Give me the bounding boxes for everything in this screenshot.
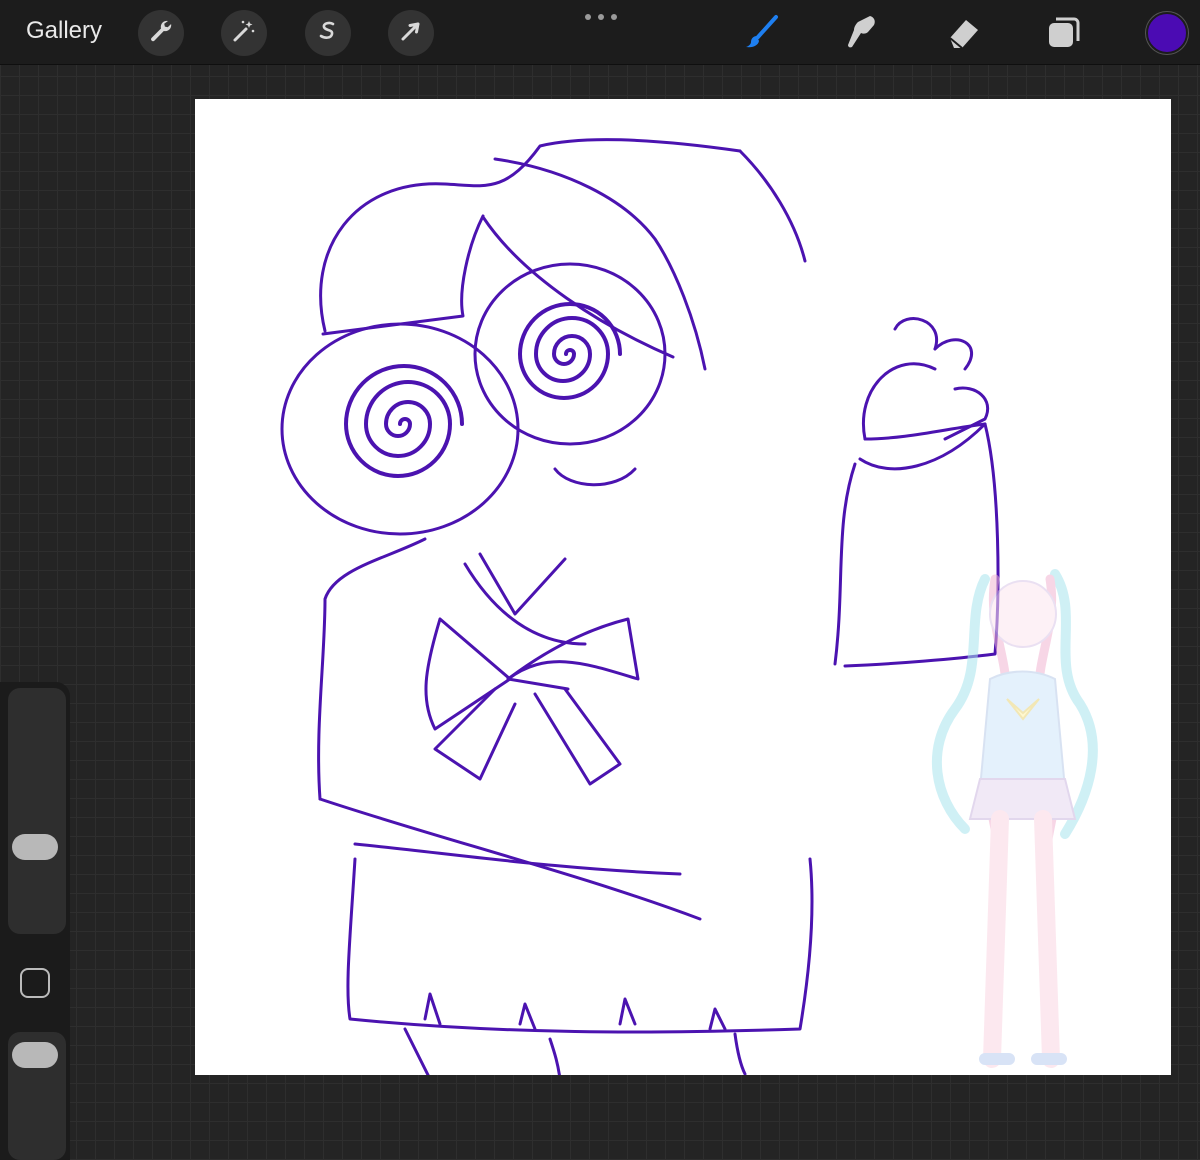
smudge-tool[interactable] (842, 12, 882, 52)
transform-button[interactable] (388, 10, 434, 56)
color-picker-button[interactable] (1146, 12, 1188, 54)
brush-tool[interactable] (742, 12, 782, 52)
layers-icon (1044, 17, 1084, 56)
left-sidebar (0, 682, 70, 1160)
selection-button[interactable] (305, 10, 351, 56)
opacity-slider[interactable] (8, 1032, 66, 1160)
adjustments-button[interactable] (221, 10, 267, 56)
magic-wand-icon (231, 18, 257, 49)
brush-icon (742, 15, 782, 56)
eraser-tool[interactable] (944, 12, 984, 52)
top-toolbar: Gallery (0, 0, 1200, 65)
brush-size-slider[interactable] (8, 688, 66, 934)
layers-tool[interactable] (1044, 12, 1084, 52)
more-options-dots[interactable] (584, 12, 618, 22)
wrench-icon (148, 18, 174, 49)
selection-s-icon (315, 18, 341, 49)
sketch-artwork (280, 138, 1098, 1075)
actions-wrench-button[interactable] (138, 10, 184, 56)
smudge-icon (842, 16, 882, 56)
eraser-icon (944, 20, 984, 56)
modify-square-button[interactable] (20, 968, 50, 998)
opacity-thumb[interactable] (12, 1042, 58, 1068)
transform-arrow-icon (398, 18, 424, 49)
drawing-canvas[interactable] (195, 99, 1171, 1075)
gallery-button[interactable]: Gallery (26, 17, 102, 45)
brush-size-thumb[interactable] (12, 834, 58, 860)
